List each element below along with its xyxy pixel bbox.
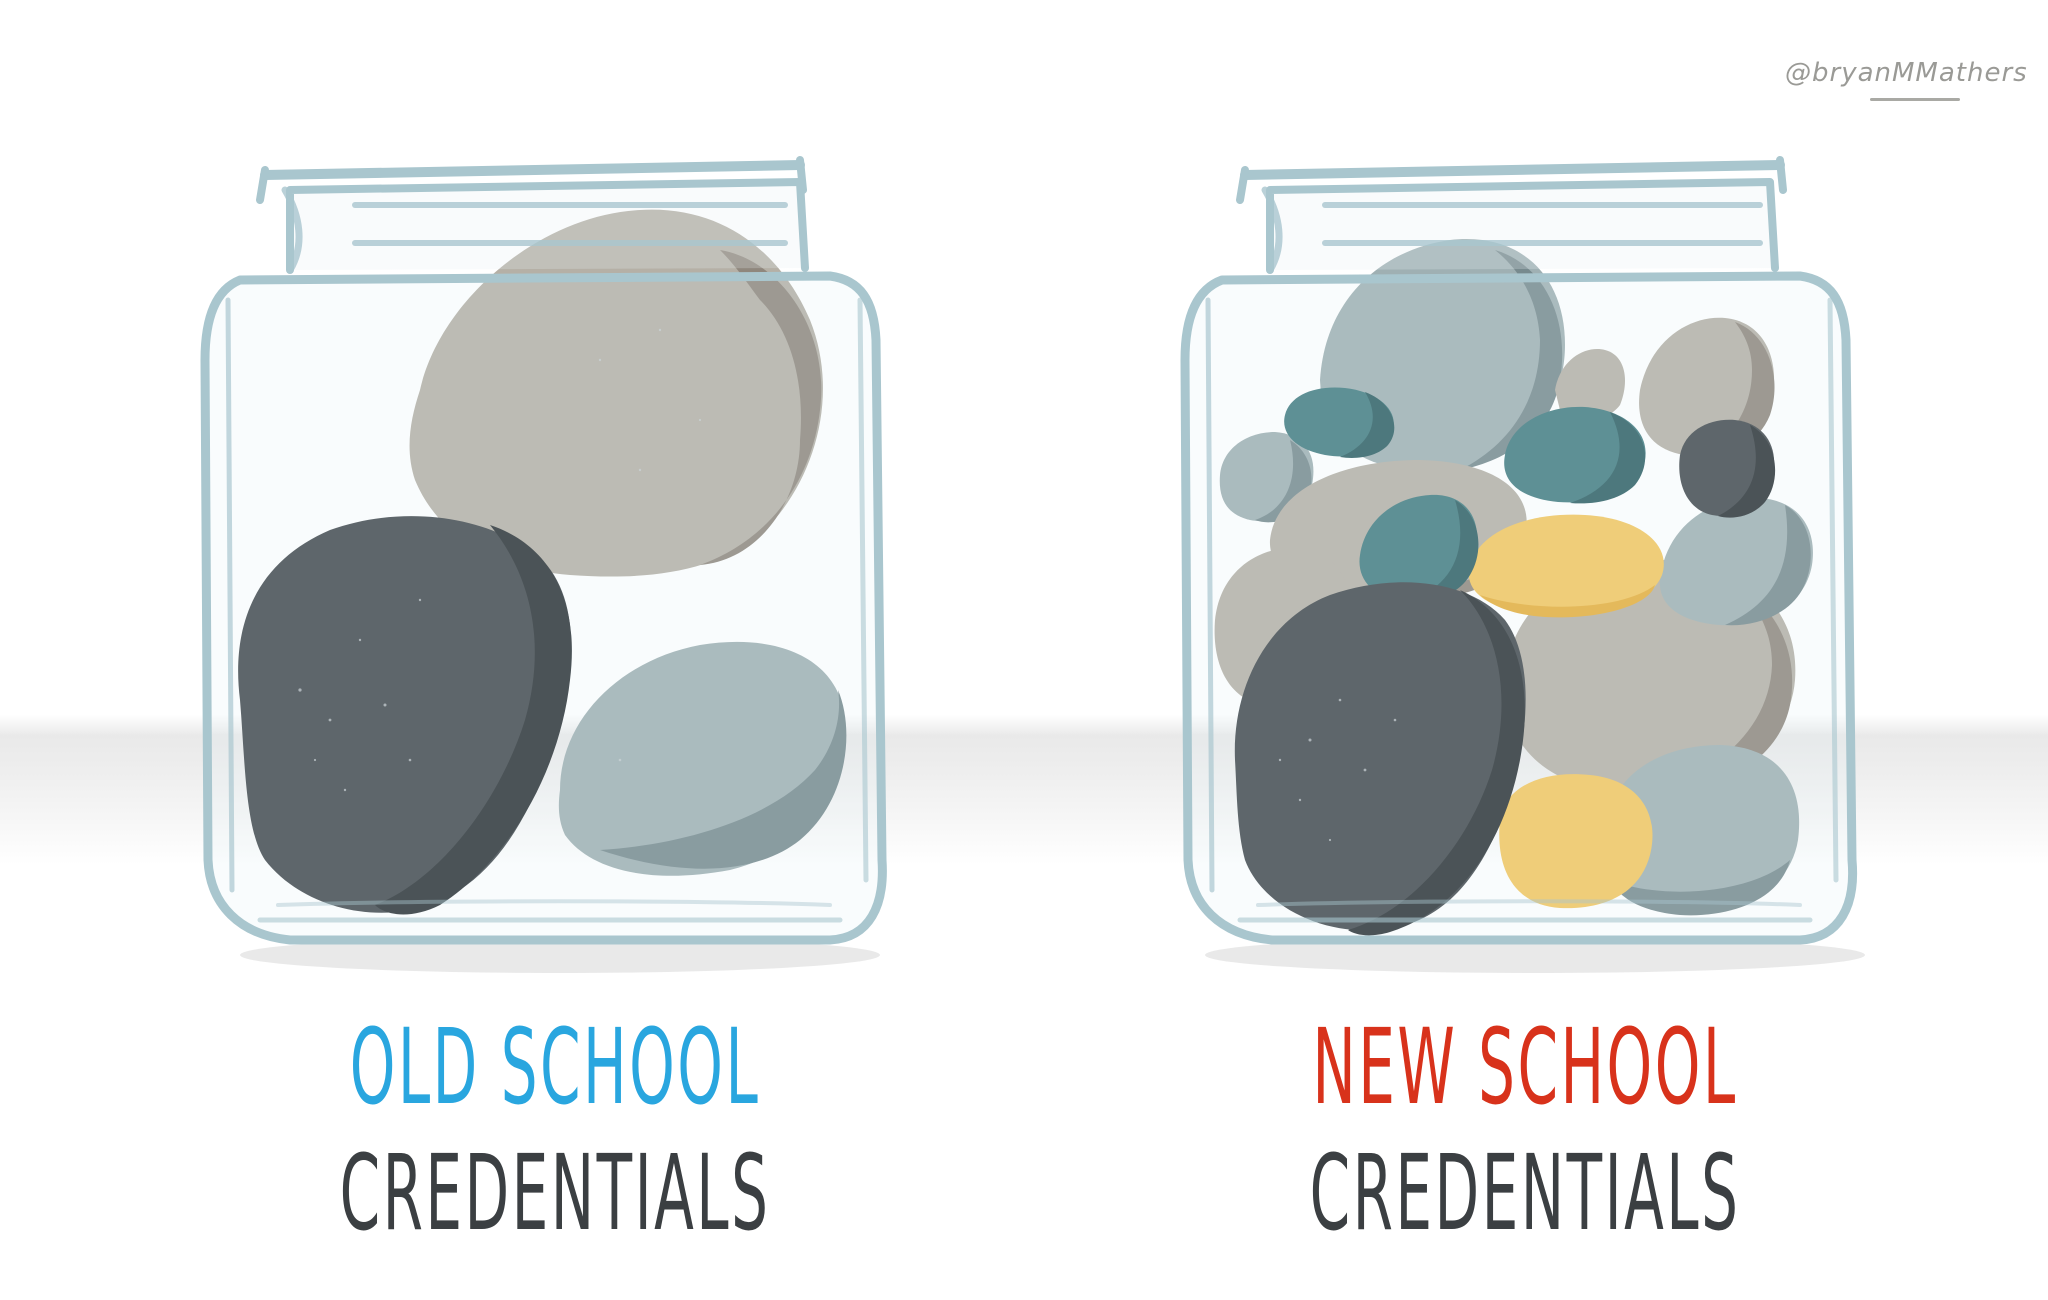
- new-school-jar: [1180, 156, 1865, 973]
- old-school-subtitle: CREDENTIALS: [339, 1132, 771, 1254]
- new-school-title: NEW SCHOOL: [1312, 1006, 1738, 1128]
- old-school-jar: [200, 156, 887, 973]
- artist-credit-underline: [1870, 98, 1960, 101]
- new-jar-glass: [1180, 156, 1858, 945]
- artist-credit: @bryanMMathers: [1785, 58, 2028, 88]
- old-jar-glass: [200, 156, 887, 945]
- new-school-subtitle: CREDENTIALS: [1309, 1132, 1741, 1254]
- new-school-label: NEW SCHOOL CREDENTIALS: [1145, 1015, 1905, 1245]
- old-school-title: OLD SCHOOL: [349, 1006, 761, 1128]
- old-school-label: OLD SCHOOL CREDENTIALS: [175, 1015, 935, 1245]
